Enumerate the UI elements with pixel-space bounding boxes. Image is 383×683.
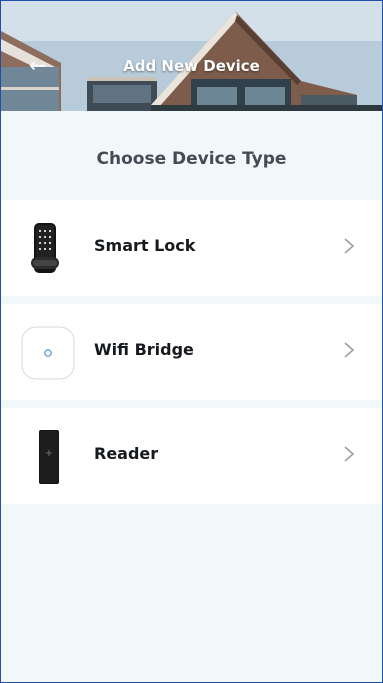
chevron-right-icon (344, 238, 355, 254)
section-title: Choose Device Type (96, 149, 287, 169)
header-banner: ← Add New Device (1, 1, 382, 111)
chevron-right-icon (344, 446, 355, 462)
wifi-bridge-icon (21, 326, 75, 380)
device-label-smart-lock: Smart Lock (94, 236, 196, 255)
device-row-smart-lock[interactable]: Smart Lock (1, 200, 382, 296)
page-title: Add New Device (123, 57, 260, 75)
smart-lock-icon (31, 223, 59, 273)
device-label-reader: Reader (94, 444, 159, 463)
device-row-reader[interactable]: Reader (1, 408, 382, 504)
app-frame: ← Add New Device Choose Device Type Smar… (0, 0, 383, 683)
reader-icon (39, 430, 59, 484)
chevron-right-icon (344, 342, 355, 358)
device-row-wifi-bridge[interactable]: Wifi Bridge (1, 304, 382, 400)
device-label-wifi-bridge: Wifi Bridge (94, 340, 194, 359)
